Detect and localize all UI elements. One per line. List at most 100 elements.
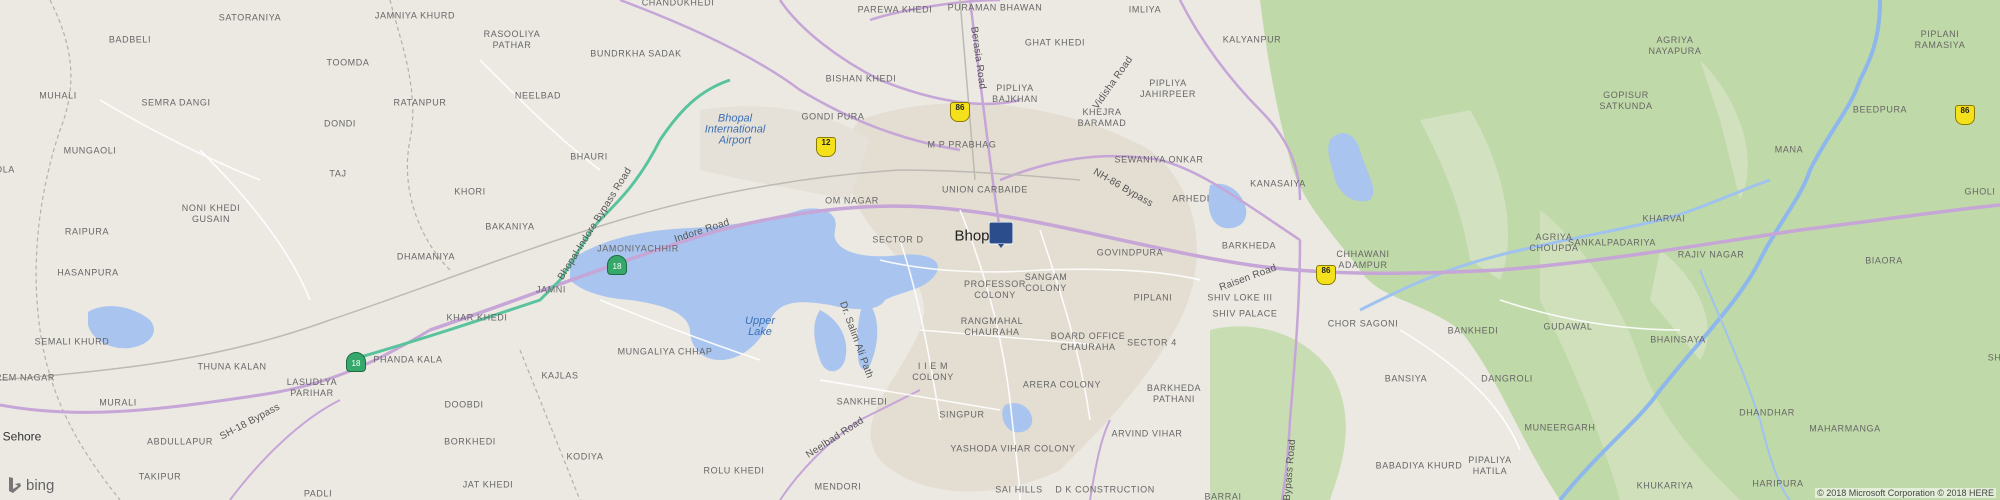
place-label-mana: MANA [1774, 144, 1804, 155]
place-label-rem-nagar: REM NAGAR [0, 372, 55, 383]
place-label-taj: TAJ [329, 168, 347, 179]
bing-b-icon [9, 477, 21, 493]
place-label-mendori: MENDORI [814, 481, 862, 492]
place-label-rasooliya-pathar: RASOOLIYA PATHAR [483, 29, 541, 50]
airport-label: Bhopal International Airport [704, 112, 766, 147]
place-label-rajiv-nagar: RAJIV NAGAR [1677, 249, 1745, 260]
place-label-chandukhedi: CHANDUKHEDI [641, 0, 715, 8]
town-label-sehore: Sehore [2, 429, 42, 444]
place-label-ghat-khedi: GHAT KHEDI [1024, 37, 1086, 48]
place-label-agriya-nayapura: AGRIYA NAYAPURA [1648, 35, 1702, 56]
place-label-murali: MURALI [99, 397, 137, 408]
map-view[interactable]: 86 12 18 18 86 86 Bhopal International A… [0, 0, 2000, 500]
place-label-dhandhar: DHANDHAR [1739, 407, 1795, 418]
place-label-munergarh: MUNEERGARH [1524, 422, 1596, 433]
place-label-arvind-vihar: ARVIND VIHAR [1111, 428, 1183, 439]
bing-logo[interactable]: bing [8, 476, 54, 494]
highway-shield-12: 12 [816, 137, 836, 157]
place-label-piplani: PIPLANI [1133, 292, 1173, 303]
place-label-dhamaniya: DHAMANIYA [396, 251, 456, 262]
place-label-neelbad: NEELBAD [514, 90, 562, 101]
place-label-jamoniyachhir: JAMONIYACHHIR [597, 243, 679, 254]
place-label-satoraniya: SATORANIYA [218, 12, 282, 23]
place-label-yashoda-vihar-colony: YASHODA VIHAR COLONY [950, 443, 1076, 454]
place-label-padli: PADLI [303, 488, 333, 499]
place-label-sankalpadariya: SANKALPADARIYA [1567, 237, 1657, 248]
place-label-takipur: TAKIPUR [138, 471, 182, 482]
highway-shield-18-east: 18 [607, 255, 627, 275]
place-label-sai-hills: SAI HILLS [995, 484, 1043, 495]
place-label-d-k-construction: D K CONSTRUCTION [1055, 484, 1155, 495]
lake-label: Upper Lake [745, 315, 775, 338]
place-label-bhainsaya: BHAINSAYA [1650, 334, 1706, 345]
place-label-muhali: MUHALI [39, 90, 77, 101]
place-label-m-p-prabhag: M P PRABHAG [927, 139, 997, 150]
place-label-rolu-khedi: ROLU KHEDI [703, 465, 765, 476]
place-label-jat-khedi: JAT KHEDI [462, 479, 514, 490]
place-label-imliya: IMLIYA [1128, 4, 1162, 15]
place-label-raipura: RAIPURA [64, 226, 110, 237]
place-label-bhauri: BHAURI [570, 151, 608, 162]
place-label-pipaliya-hatila: PIPALIYA HATILA [1468, 455, 1512, 476]
place-label-badbeli: BADBELI [108, 34, 152, 45]
place-label-borkhedi: BORKHEDI [444, 436, 496, 447]
city-label-bhopal: Bhop [954, 227, 990, 245]
place-label-babadiya-khurd: BABADIYA KHURD [1375, 460, 1463, 471]
place-label-sangam-colony: SANGAM COLONY [1024, 272, 1068, 293]
place-label-dondi: DONDI [324, 118, 356, 129]
place-label-bankhedi: BANKHEDI [1447, 325, 1499, 336]
place-label-toomda: TOOMDA [326, 57, 370, 68]
highway-shield-86-east: 86 [1316, 265, 1336, 285]
place-label-kalyanpur: KALYANPUR [1222, 34, 1282, 45]
place-label-sankhedi: SANKHEDI [836, 396, 888, 407]
place-label-puraman-bhawan: PURAMAN BHAWAN [947, 2, 1043, 13]
place-label-kajlas: KAJLAS [541, 370, 579, 381]
place-label-professor-colony: PROFESSOR COLONY [964, 279, 1026, 300]
place-label-i-i-e-m-colony: I I E M COLONY [912, 361, 954, 382]
place-label-lasudlya-parihar: LASUDLYA PARIHAR [286, 377, 338, 398]
place-label-barkheda: BARKHEDA [1221, 240, 1277, 251]
place-label-maharmanga: MAHARMANGA [1809, 423, 1881, 434]
place-label-kanasaiya: KANASAIYA [1250, 178, 1306, 189]
place-label-sector-4: SECTOR 4 [1127, 337, 1177, 348]
place-label-bakaniya: BAKANIYA [485, 221, 535, 232]
place-label-arhedi: ARHEDI [1172, 193, 1210, 204]
place-label-piplani-ramasiya: PIPLANI RAMASIYA [1914, 29, 1966, 50]
place-label-doobdi: DOOBDI [444, 399, 484, 410]
place-label-khejra-baramad: KHEJRA BARAMAD [1077, 107, 1127, 128]
place-label-khori: KHORI [454, 186, 486, 197]
place-label-bansiya: BANSIYA [1384, 373, 1428, 384]
place-label-arera-colony: ARERA COLONY [1022, 379, 1102, 390]
place-label-govindpura: GOVINDPURA [1096, 247, 1164, 258]
place-label-noni-khedi-gusain: NONI KHEDI GUSAIN [181, 203, 241, 224]
place-label-khar-khedi: KHAR KHEDI [446, 312, 508, 323]
place-label-khukariya: KHUKARIYA [1636, 480, 1694, 491]
place-label-sector-d: SECTOR D [872, 234, 924, 245]
place-label-thuna-kalan: THUNA KALAN [197, 361, 267, 372]
place-label-om-nagar: OM NAGAR [825, 195, 879, 206]
place-label-shiv-loke-iii: SHIV LOKE III [1207, 292, 1273, 303]
place-label-dangroli: DANGROLI [1481, 373, 1533, 384]
location-marker[interactable] [988, 221, 1014, 248]
place-label-jamni: JAMNI [536, 284, 566, 295]
place-label-chhawani-adampur: CHHAWANI ADAMPUR [1336, 249, 1390, 270]
pushpin-icon [988, 221, 1014, 248]
place-label-bishan-khedi: BISHAN KHEDI [825, 73, 897, 84]
map-attribution: © 2018 Microsoft Corporation © 2018 HERE [1815, 488, 1996, 498]
place-label-gopisur-satkunda: GOPISUR SATKUNDA [1599, 90, 1653, 111]
place-label-chor-sagoni: CHOR SAGONI [1327, 318, 1399, 329]
place-label-hasanpura: HASANPURA [57, 267, 119, 278]
highway-shield-86-north: 86 [950, 102, 970, 122]
place-label-sewaniya-onkar: SEWANIYA ONKAR [1114, 154, 1204, 165]
place-label-shoi: SHOI [1987, 352, 2000, 363]
place-label-gudawal: GUDAWAL [1543, 321, 1593, 332]
place-label-beedpura: BEEDPURA [1852, 104, 1908, 115]
place-label-gondi-pura: GONDI PURA [801, 111, 865, 122]
bing-logo-text: bing [26, 476, 55, 494]
place-label-gholi: GHOLI [1964, 186, 1996, 197]
place-label-barrai: BARRAI [1204, 491, 1242, 500]
place-label-semra-dangi: SEMRA DANGI [141, 97, 211, 108]
place-label-kodiya: KODIYA [566, 451, 604, 462]
highway-shield-18-west: 18 [346, 352, 366, 372]
place-label-kharvai: KHARVAI [1642, 213, 1686, 224]
